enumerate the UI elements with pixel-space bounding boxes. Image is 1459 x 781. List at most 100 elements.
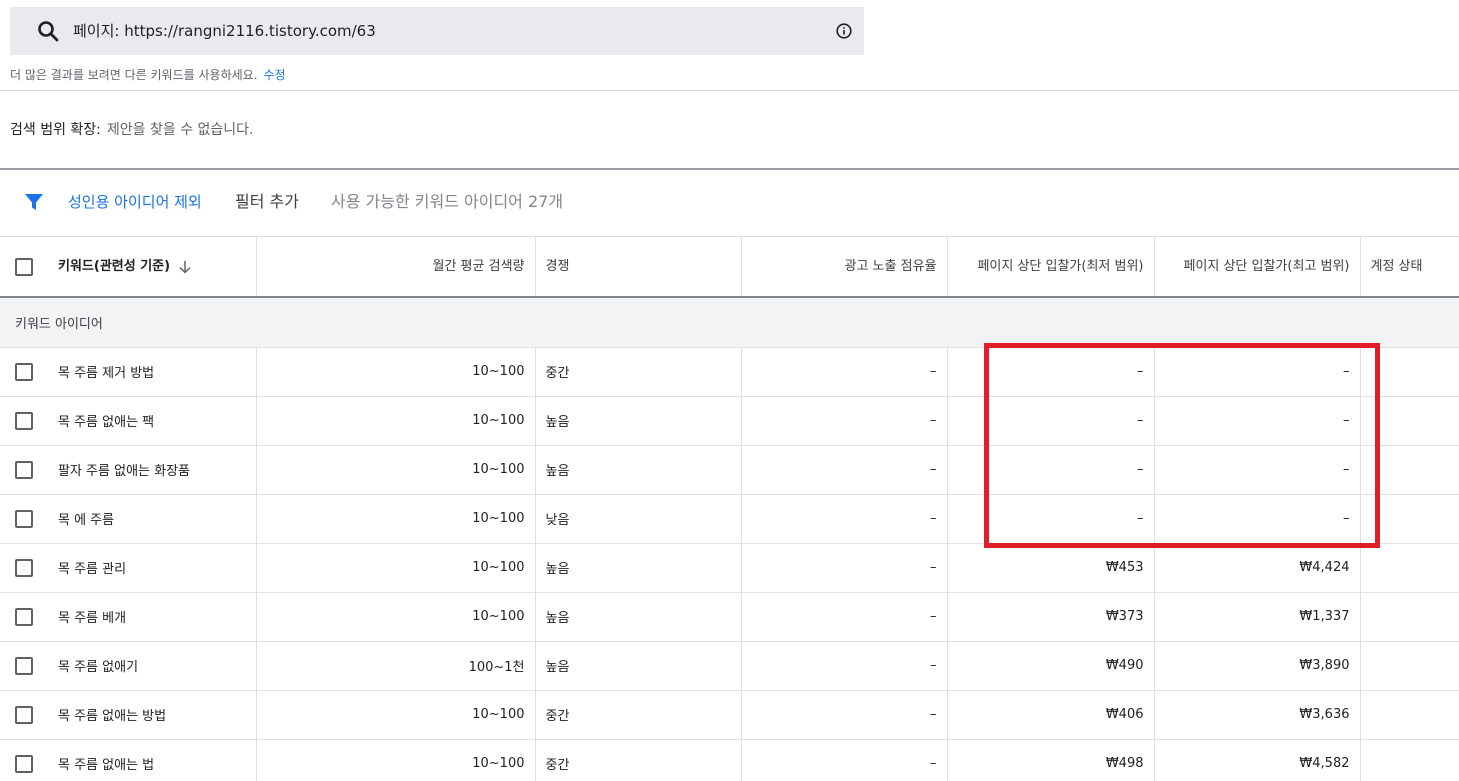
search-bar[interactable]: 페이지: https://rangni2116.tistory.com/63: [10, 7, 864, 55]
table-header-row: 키워드(관련성 기준) 월간 평균 검색량 경쟁 광고 노출 점유율 페이지 상…: [0, 237, 1459, 298]
competition-cell: 높음: [535, 592, 742, 642]
header-impression-share[interactable]: 광고 노출 점유율: [741, 237, 948, 298]
keyword-cell: 목 주름 없애는 방법: [0, 690, 257, 740]
impression-share-cell: –: [741, 739, 948, 781]
impression-share-cell: –: [741, 690, 948, 740]
group-label: 키워드 아이디어: [0, 297, 1459, 348]
keyword-text: 팔자 주름 없애는 화장품: [58, 464, 190, 479]
row-checkbox[interactable]: [15, 754, 33, 773]
row-checkbox[interactable]: [15, 656, 33, 675]
expand-scope-value: 제안을 찾을 수 없습니다.: [106, 122, 254, 138]
keyword-cell: 목 에 주름: [0, 494, 257, 544]
keyword-cell: 목 주름 관리: [0, 543, 257, 593]
account-status-cell: [1360, 592, 1459, 642]
expand-scope-label: 검색 범위 확장:: [10, 122, 101, 138]
header-top-bid-high[interactable]: 페이지 상단 입찰가(최고 범위): [1154, 237, 1361, 298]
monthly-searches-cell: 100~1천: [256, 641, 536, 691]
add-filter-button[interactable]: 필터 추가: [235, 190, 299, 214]
impression-share-cell: –: [741, 445, 948, 495]
arrow-down-icon[interactable]: [178, 260, 192, 274]
competition-cell: 높음: [535, 445, 742, 495]
top-bid-low-cell: –: [947, 445, 1155, 495]
table-row[interactable]: 팔자 주름 없애는 화장품 10~100 높음 – – –: [0, 445, 1459, 495]
row-checkbox[interactable]: [15, 509, 33, 528]
row-checkbox[interactable]: [15, 607, 33, 626]
keyword-cell: 목 주름 없애는 법: [0, 739, 257, 781]
header-competition[interactable]: 경쟁: [535, 237, 742, 298]
top-bid-high-cell: –: [1154, 494, 1361, 544]
account-status-cell: [1360, 396, 1459, 446]
search-hint: 더 많은 결과를 보려면 다른 키워드를 사용하세요. 수정: [10, 66, 286, 84]
account-status-cell: [1360, 690, 1459, 740]
monthly-searches-cell: 10~100: [256, 543, 536, 593]
header-monthly-searches[interactable]: 월간 평균 검색량: [256, 237, 536, 298]
competition-cell: 중간: [535, 690, 742, 740]
top-bid-low-cell: ₩498: [947, 739, 1155, 781]
keyword-cell: 목 주름 베개: [0, 592, 257, 642]
filter-icon[interactable]: [24, 192, 44, 212]
competition-cell: 높음: [535, 641, 742, 691]
keyword-cell: 목 주름 없애기: [0, 641, 257, 691]
table-row[interactable]: 목 에 주름 10~100 낮음 – – –: [0, 494, 1459, 544]
keyword-table: 키워드(관련성 기준) 월간 평균 검색량 경쟁 광고 노출 점유율 페이지 상…: [0, 237, 1459, 781]
top-bid-high-cell: –: [1154, 396, 1361, 446]
filter-chip-exclude-adult[interactable]: 성인용 아이디어 제외: [68, 191, 202, 213]
table-row[interactable]: 목 주름 제거 방법 10~100 중간 – – –: [0, 347, 1459, 397]
table-row[interactable]: 목 주름 없애는 방법 10~100 중간 – ₩406 ₩3,636: [0, 690, 1459, 740]
table-row[interactable]: 목 주름 없애는 팩 10~100 높음 – – –: [0, 396, 1459, 446]
search-query-text[interactable]: 페이지: https://rangni2116.tistory.com/63: [73, 21, 376, 41]
top-bid-low-cell: ₩490: [947, 641, 1155, 691]
row-checkbox[interactable]: [15, 411, 33, 430]
table-row[interactable]: 목 주름 관리 10~100 높음 – ₩453 ₩4,424: [0, 543, 1459, 593]
competition-cell: 높음: [535, 543, 742, 593]
header-keyword-label: 키워드(관련성 기준): [58, 258, 171, 274]
monthly-searches-cell: 10~100: [256, 690, 536, 740]
hint-text: 더 많은 결과를 보려면 다른 키워드를 사용하세요.: [10, 68, 258, 82]
keyword-text: 목 주름 없애는 팩: [58, 415, 155, 430]
impression-share-cell: –: [741, 347, 948, 397]
monthly-searches-cell: 10~100: [256, 494, 536, 544]
monthly-searches-cell: 10~100: [256, 592, 536, 642]
info-icon[interactable]: [836, 23, 852, 39]
select-all-checkbox[interactable]: [15, 257, 33, 276]
impression-share-cell: –: [741, 592, 948, 642]
table-row[interactable]: 목 주름 없애는 법 10~100 중간 – ₩498 ₩4,582: [0, 739, 1459, 781]
row-checkbox[interactable]: [15, 460, 33, 479]
competition-cell: 높음: [535, 396, 742, 446]
header-keyword[interactable]: 키워드(관련성 기준): [0, 237, 257, 298]
keyword-text: 목 주름 없애기: [58, 660, 139, 675]
table-row[interactable]: 목 주름 없애기 100~1천 높음 – ₩490 ₩3,890: [0, 641, 1459, 691]
search-icon: [38, 21, 59, 42]
competition-cell: 중간: [535, 347, 742, 397]
top-bid-high-cell: ₩1,337: [1154, 592, 1361, 642]
header-top-bid-low[interactable]: 페이지 상단 입찰가(최저 범위): [947, 237, 1155, 298]
header-account-status[interactable]: 계정 상태: [1360, 237, 1459, 298]
account-status-cell: [1360, 641, 1459, 691]
top-bid-low-cell: –: [947, 396, 1155, 446]
monthly-searches-cell: 10~100: [256, 445, 536, 495]
filter-bar: 성인용 아이디어 제외 필터 추가 사용 가능한 키워드 아이디어 27개: [0, 170, 1459, 236]
top-bid-low-cell: ₩406: [947, 690, 1155, 740]
impression-share-cell: –: [741, 641, 948, 691]
impression-share-cell: –: [741, 543, 948, 593]
divider: [0, 90, 1459, 91]
keyword-idea-count: 사용 가능한 키워드 아이디어 27개: [331, 192, 564, 211]
row-checkbox[interactable]: [15, 705, 33, 724]
top-bid-high-cell: ₩4,424: [1154, 543, 1361, 593]
top-bid-high-cell: ₩3,890: [1154, 641, 1361, 691]
account-status-cell: [1360, 347, 1459, 397]
keyword-text: 목 주름 제거 방법: [58, 366, 155, 381]
keyword-cell: 목 주름 제거 방법: [0, 347, 257, 397]
account-status-cell: [1360, 494, 1459, 544]
top-bid-low-cell: –: [947, 494, 1155, 544]
monthly-searches-cell: 10~100: [256, 739, 536, 781]
keyword-text: 목 주름 없애는 법: [58, 758, 155, 773]
account-status-cell: [1360, 739, 1459, 781]
row-checkbox[interactable]: [15, 558, 33, 577]
top-bid-low-cell: ₩373: [947, 592, 1155, 642]
edit-link[interactable]: 수정: [264, 68, 286, 82]
row-checkbox[interactable]: [15, 362, 33, 381]
account-status-cell: [1360, 445, 1459, 495]
table-row[interactable]: 목 주름 베개 10~100 높음 – ₩373 ₩1,337: [0, 592, 1459, 642]
top-bid-high-cell: –: [1154, 347, 1361, 397]
